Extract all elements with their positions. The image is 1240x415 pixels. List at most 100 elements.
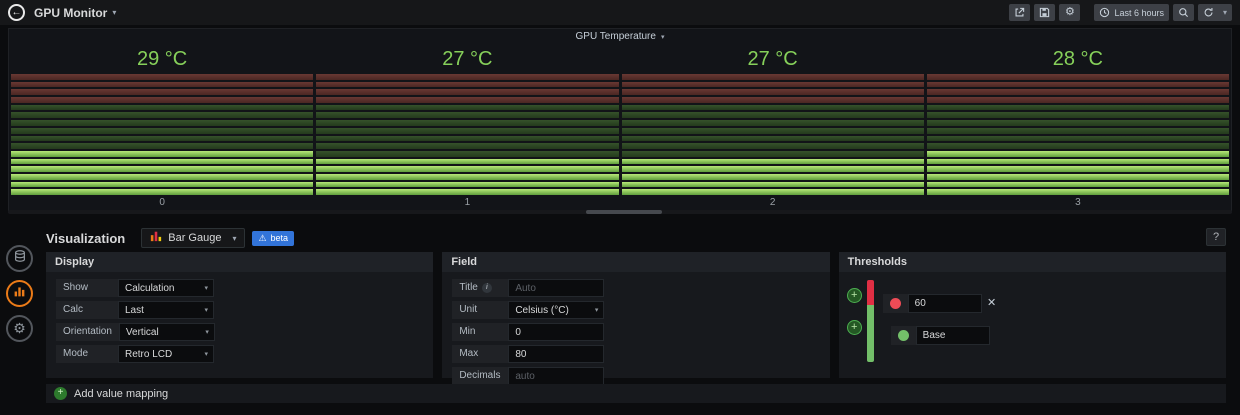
lcd-cell (11, 120, 314, 126)
calc-label: Calc (56, 301, 118, 319)
lcd-cell (316, 81, 619, 88)
unit-label: Unit (452, 301, 509, 319)
lcd-cell (11, 104, 314, 111)
chevron-down-icon: ▾ (204, 285, 208, 292)
gpu-temperature-panel: GPU Temperature ▾ 29 °C 0 27 °C 1 27 °C … (8, 28, 1232, 213)
lcd-cell (316, 127, 619, 134)
threshold-color-picker[interactable] (889, 298, 901, 309)
bar-gauge-2: 27 °C 2 (621, 44, 924, 210)
share-button[interactable] (1009, 4, 1031, 21)
lcd-cell (621, 81, 924, 88)
min-input[interactable] (508, 323, 605, 341)
back-button[interactable]: ← (8, 4, 25, 21)
lcd-cell (926, 166, 1229, 172)
chevron-down-icon: ▾ (204, 351, 208, 358)
tab-queries[interactable] (6, 245, 33, 272)
lcd-cell (316, 181, 619, 188)
threshold-base-input[interactable] (915, 326, 990, 345)
lcd-cell (621, 74, 924, 80)
thresholds-section: Thresholds + + ✕ (838, 252, 1226, 378)
gauge-label: 2 (769, 197, 776, 208)
remove-threshold-icon[interactable]: ✕ (982, 294, 1002, 313)
tab-general[interactable]: ⚙ (6, 315, 33, 342)
dashboard-title[interactable]: GPU Monitor (34, 6, 107, 20)
lcd-cell (926, 104, 1229, 111)
lcd-cell (316, 112, 619, 119)
lcd-cell (316, 104, 619, 111)
lcd-cell (316, 143, 619, 149)
viz-type-picker[interactable]: Bar Gauge ▾ (141, 228, 246, 248)
lcd-cell (621, 173, 924, 180)
bar-gauge-group: 29 °C 0 27 °C 1 27 °C 2 28 °C 3 (11, 44, 1229, 210)
gauge-value: 27 °C (442, 48, 493, 70)
mode-label: Mode (56, 345, 118, 363)
threshold-color-picker[interactable] (897, 330, 909, 341)
lcd-cell (621, 104, 924, 111)
bar-gauge-0: 29 °C 0 (11, 44, 314, 210)
lcd-cell (11, 97, 314, 103)
tab-visualization[interactable] (6, 280, 33, 307)
lcd-cells (926, 74, 1229, 195)
lcd-cell (11, 127, 314, 134)
show-select[interactable]: Calculation ▾ (118, 279, 214, 297)
mode-select[interactable]: Retro LCD ▾ (118, 345, 214, 363)
max-input[interactable] (508, 345, 605, 363)
threshold-row: ✕ (882, 294, 1002, 313)
threshold-value-input[interactable] (907, 294, 982, 313)
title-input[interactable] (508, 279, 605, 297)
horizontal-scrollbar-thumb[interactable] (586, 210, 662, 214)
calc-select[interactable]: Last ▾ (118, 301, 214, 319)
title-label: Title i (452, 279, 509, 297)
lcd-cell (926, 143, 1229, 149)
refresh-button[interactable]: ▾ (1197, 4, 1232, 21)
chevron-down-icon: ▾ (204, 307, 208, 314)
lcd-cell (316, 120, 619, 126)
unit-select[interactable]: Celsius (°C) ▾ (508, 301, 605, 319)
gauge-value: 27 °C (747, 48, 798, 70)
gauge-value: 29 °C (137, 48, 188, 70)
save-icon (1039, 7, 1050, 18)
lcd-cell (926, 74, 1229, 80)
help-button[interactable]: ? (1206, 228, 1226, 246)
add-value-mapping-button[interactable]: + Add value mapping (46, 384, 1226, 403)
threshold-row (890, 326, 990, 345)
bar-chart-icon (13, 285, 26, 303)
time-range-picker[interactable]: Last 6 hours (1094, 4, 1169, 21)
save-dashboard-button[interactable] (1034, 4, 1056, 21)
threshold-scale (866, 280, 874, 362)
horizontal-scrollbar-track[interactable] (8, 210, 1232, 214)
lcd-cell (926, 127, 1229, 134)
info-icon: i (481, 283, 492, 293)
panel-title-menu[interactable]: GPU Temperature ▾ (9, 29, 1231, 44)
top-navbar: ← GPU Monitor ▾ ⚙ Last 6 hours ▾ (0, 0, 1240, 25)
lcd-cell (621, 112, 924, 119)
lcd-cell (621, 150, 924, 157)
lcd-cell (926, 158, 1229, 165)
lcd-cell (621, 181, 924, 188)
lcd-cell (11, 74, 314, 80)
zoom-out-time-button[interactable] (1172, 4, 1194, 21)
lcd-cells (621, 74, 924, 195)
chevron-down-icon: ▾ (205, 329, 209, 336)
lcd-cell (926, 181, 1229, 188)
bar-gauge-3: 28 °C 3 (926, 44, 1229, 210)
add-threshold-button[interactable]: + (846, 320, 862, 335)
lcd-cell (621, 120, 924, 126)
field-section-title: Field (442, 252, 830, 272)
warning-icon: ⚠ (258, 232, 267, 243)
decimals-input[interactable] (508, 367, 605, 385)
lcd-cell (11, 81, 314, 88)
chevron-down-icon: ▾ (594, 307, 599, 314)
lcd-cell (11, 158, 314, 165)
lcd-cell (11, 112, 314, 119)
clock-icon (1099, 7, 1110, 18)
lcd-cell (621, 143, 924, 149)
orientation-select[interactable]: Vertical ▾ (118, 323, 215, 341)
lcd-cell (11, 181, 314, 188)
max-label: Max (452, 345, 509, 363)
decimals-label: Decimals (452, 367, 509, 385)
dashboard-settings-button[interactable]: ⚙ (1059, 4, 1081, 21)
lcd-cell (316, 166, 619, 172)
add-threshold-button[interactable]: + (846, 288, 862, 303)
panel-title: GPU Temperature (575, 31, 656, 42)
